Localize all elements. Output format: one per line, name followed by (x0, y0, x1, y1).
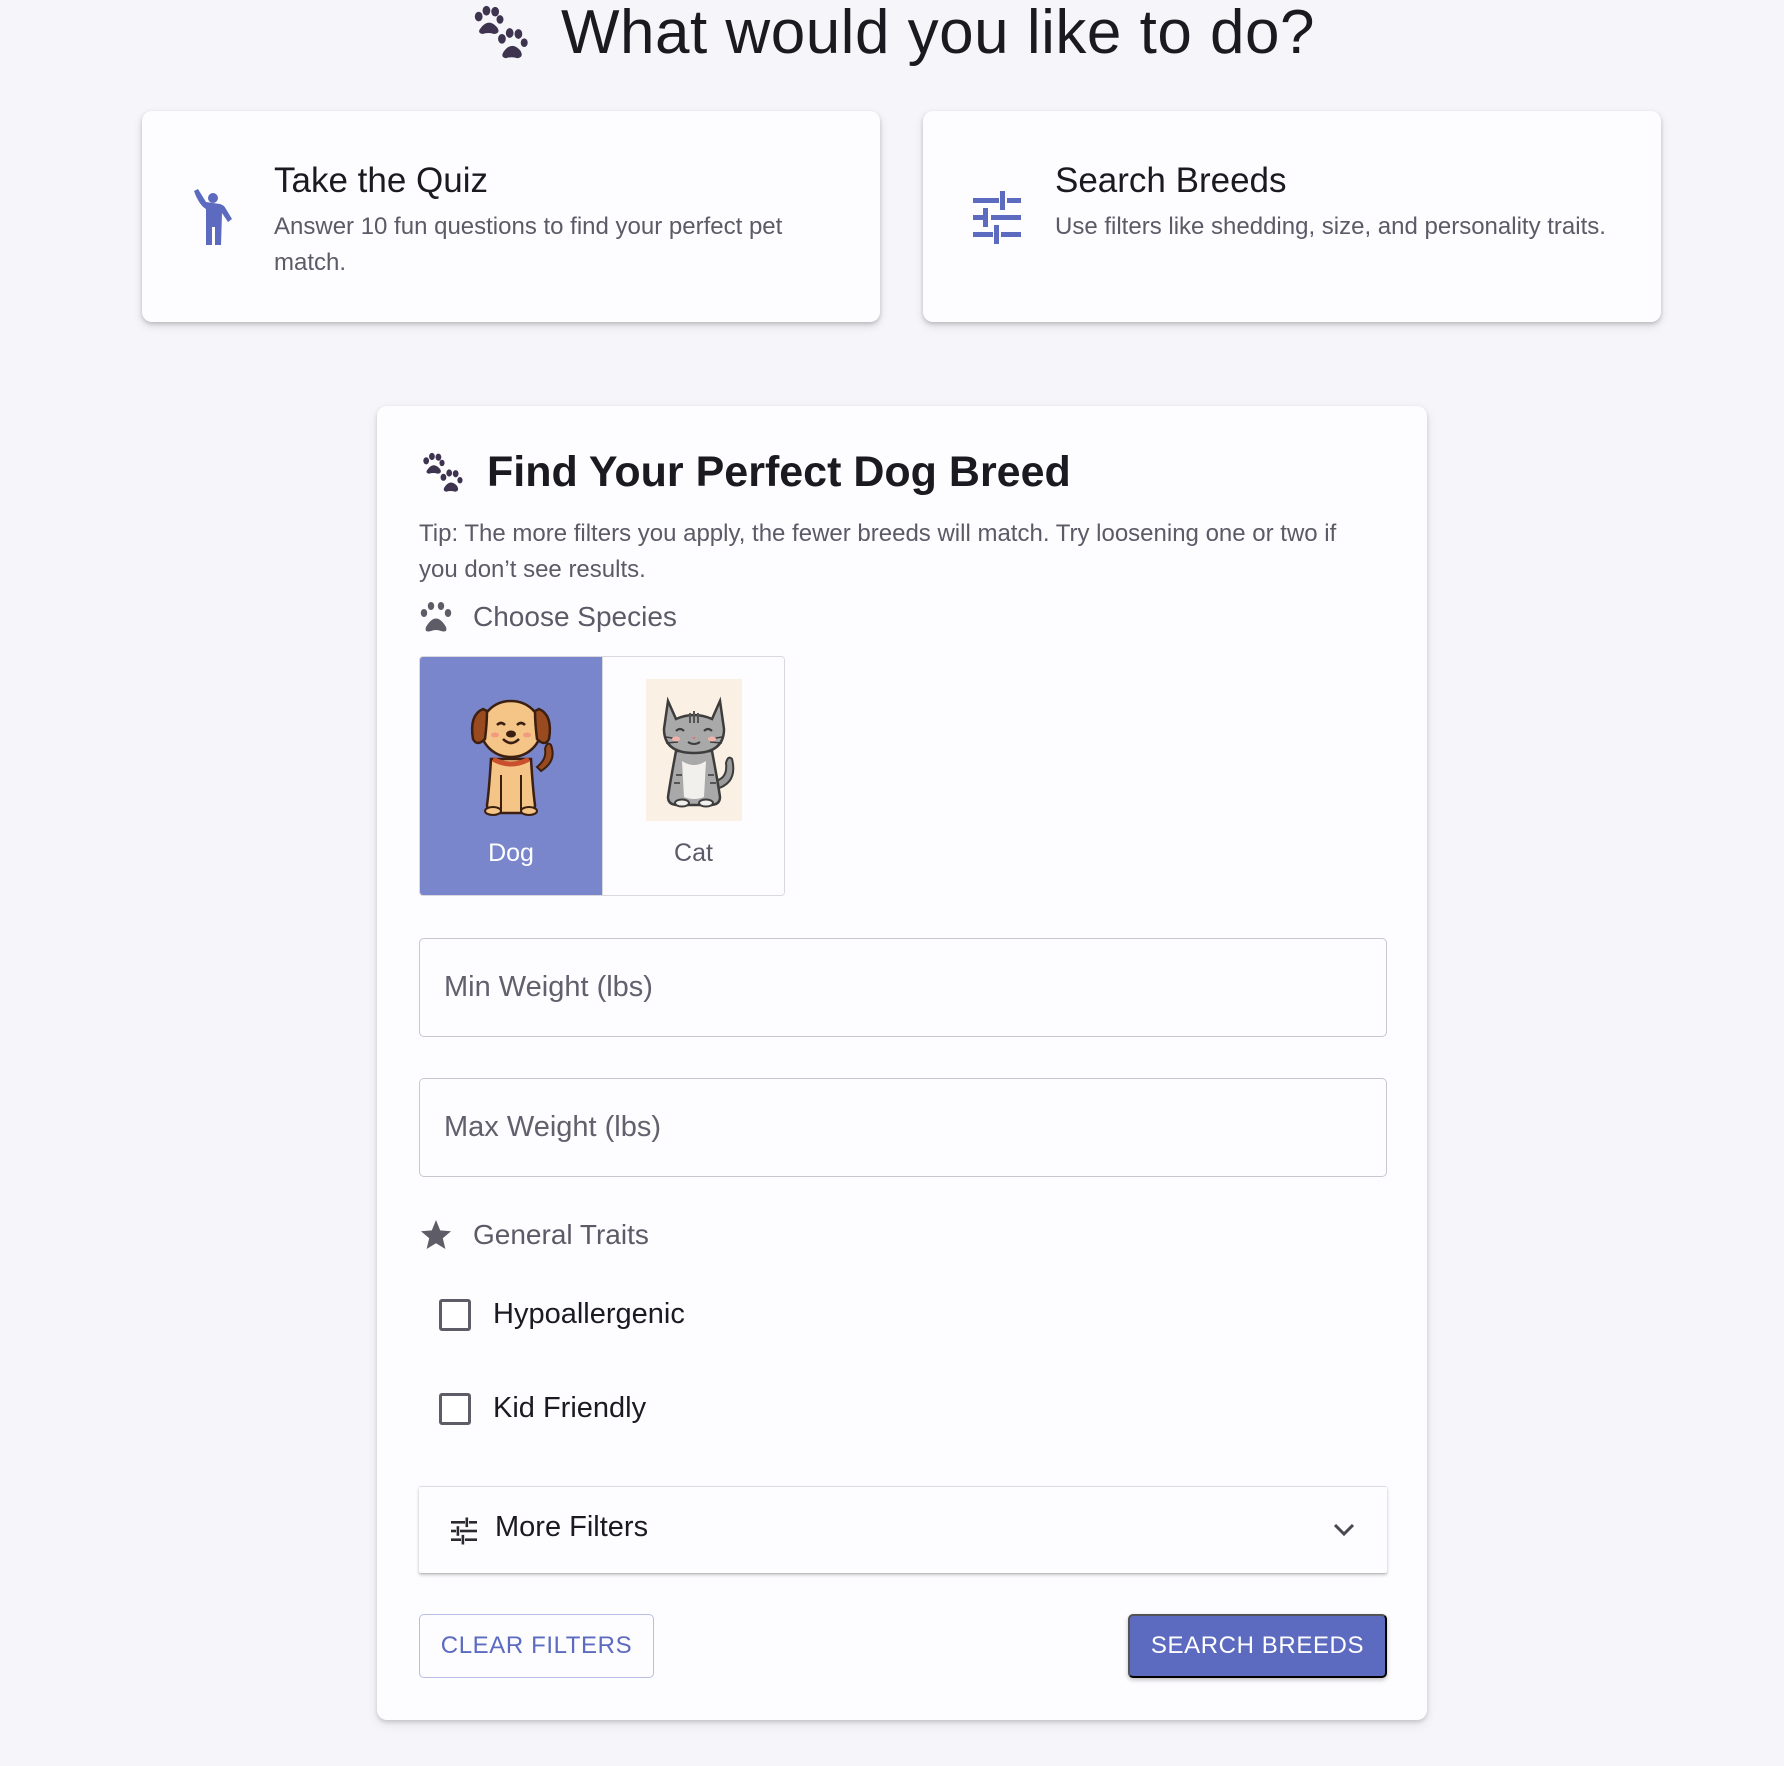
page-title: What would you like to do? (561, 0, 1315, 67)
paw-icon (423, 452, 463, 492)
hypoallergenic-label: Hypoallergenic (493, 1298, 685, 1330)
search-breeds-card[interactable]: Search Breeds Use filters like shedding,… (923, 111, 1661, 322)
take-quiz-description: Answer 10 fun questions to find your per… (274, 213, 783, 276)
more-filters-accordion[interactable]: More Filters (419, 1486, 1387, 1573)
paw-icon (420, 602, 452, 632)
hypoallergenic-checkbox-row[interactable]: Hypoallergenic (439, 1298, 685, 1331)
star-icon (421, 1220, 451, 1249)
min-weight-input[interactable] (420, 939, 1386, 1036)
person-raising-hand-icon (194, 189, 232, 245)
more-filters-label: More Filters (495, 1511, 649, 1543)
search-breeds-title: Search Breeds (1055, 161, 1287, 200)
chevron-down-icon (1333, 1523, 1355, 1537)
cat-icon (646, 679, 742, 821)
species-label-text: Choose Species (473, 601, 677, 632)
traits-label-text: General Traits (473, 1219, 649, 1250)
paw-icon (474, 5, 528, 59)
species-cat-label: Cat (674, 839, 713, 867)
dog-icon (470, 699, 554, 816)
search-breeds-description: Use filters like shedding, size, and per… (1055, 213, 1606, 240)
take-quiz-card[interactable]: Take the Quiz Answer 10 fun questions to… (142, 111, 880, 322)
species-toggle-group: Dog Cat (419, 656, 785, 896)
take-quiz-title: Take the Quiz (274, 161, 488, 200)
hypoallergenic-checkbox[interactable] (439, 1298, 471, 1331)
tune-icon (451, 1517, 477, 1545)
search-breeds-button[interactable]: SEARCH BREEDS (1128, 1614, 1387, 1678)
species-option-dog[interactable]: Dog (420, 657, 602, 895)
breed-finder-panel: Find Your Perfect Dog Breed Tip: The mor… (377, 406, 1427, 1720)
max-weight-field[interactable] (419, 1078, 1387, 1177)
kid-friendly-checkbox[interactable] (439, 1392, 471, 1425)
min-weight-field[interactable] (419, 938, 1387, 1037)
species-option-cat[interactable]: Cat (602, 657, 784, 895)
max-weight-input[interactable] (420, 1079, 1386, 1176)
species-dog-label: Dog (488, 839, 534, 867)
kid-friendly-checkbox-row[interactable]: Kid Friendly (439, 1392, 646, 1425)
page: What would you like to do? Take the Quiz… (0, 0, 1784, 1766)
page-header: What would you like to do? (0, 0, 1784, 66)
clear-filters-button[interactable]: CLEAR FILTERS (419, 1614, 654, 1678)
tune-icon (973, 191, 1021, 244)
species-section-label: Choose Species (419, 600, 677, 634)
filter-tip: Tip: The more filters you apply, the few… (419, 520, 1337, 583)
kid-friendly-label: Kid Friendly (493, 1392, 647, 1424)
panel-header: Find Your Perfect Dog Breed (419, 448, 1071, 497)
traits-section-label: General Traits (419, 1218, 649, 1252)
panel-title: Find Your Perfect Dog Breed (487, 448, 1071, 496)
